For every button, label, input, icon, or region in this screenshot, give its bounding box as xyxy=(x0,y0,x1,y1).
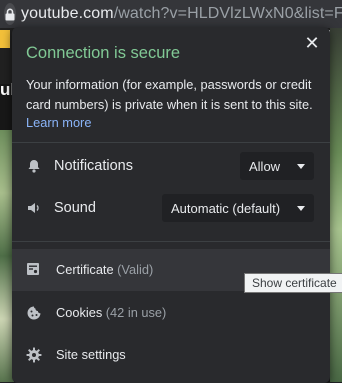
chevron-down-icon xyxy=(297,206,305,211)
cookies-count: (42 in use) xyxy=(105,305,167,320)
notifications-select[interactable]: Allow xyxy=(240,152,314,180)
divider xyxy=(12,241,330,242)
site-info-popup: ✕ Connection is secure Your information … xyxy=(12,27,330,383)
connection-info-text: Your information (for example, passwords… xyxy=(26,77,313,112)
permission-label: Notifications xyxy=(54,158,133,174)
cookies-label: Cookies (42 in use) xyxy=(56,305,166,320)
url-text[interactable]: youtube.com/watch?v=HLDVlzLWxN0&list=F xyxy=(21,5,342,23)
cookie-icon xyxy=(26,305,42,321)
certificate-status: (Valid) xyxy=(117,262,154,277)
gear-icon xyxy=(26,347,42,363)
cookies-text: Cookies xyxy=(56,305,103,320)
certificate-icon xyxy=(26,262,42,278)
permission-label: Sound xyxy=(54,200,96,216)
permission-row-notifications: Notifications Allow xyxy=(12,149,330,183)
cookies-link[interactable]: Cookies (42 in use) xyxy=(12,292,330,334)
url-path: /watch?v=HLDVlzLWxN0&list=F xyxy=(113,5,342,22)
learn-more-link[interactable]: Learn more xyxy=(26,115,91,130)
close-icon[interactable]: ✕ xyxy=(302,33,322,53)
certificate-text: Certificate xyxy=(56,262,114,277)
notifications-select-value: Allow xyxy=(249,158,281,174)
lock-icon[interactable] xyxy=(4,3,16,25)
connection-status-title: Connection is secure xyxy=(26,44,181,62)
permission-row-sound: Sound Automatic (default) xyxy=(12,191,330,225)
chevron-down-icon xyxy=(297,164,305,169)
video-thumbnail-right xyxy=(330,0,342,382)
speaker-icon xyxy=(26,200,42,216)
divider xyxy=(12,142,330,143)
site-settings-label: Site settings xyxy=(56,347,126,362)
address-bar[interactable]: youtube.com/watch?v=HLDVlzLWxN0&list=F xyxy=(0,0,342,28)
bell-icon xyxy=(26,158,42,174)
certificate-label: Certificate (Valid) xyxy=(56,262,153,277)
site-settings-link[interactable]: Site settings xyxy=(12,334,330,376)
sound-select-value: Automatic (default) xyxy=(171,200,281,216)
sound-select[interactable]: Automatic (default) xyxy=(162,194,314,222)
show-certificate-tooltip: Show certificate xyxy=(244,273,342,293)
page-accent xyxy=(0,30,10,48)
url-host: youtube.com xyxy=(21,5,114,22)
